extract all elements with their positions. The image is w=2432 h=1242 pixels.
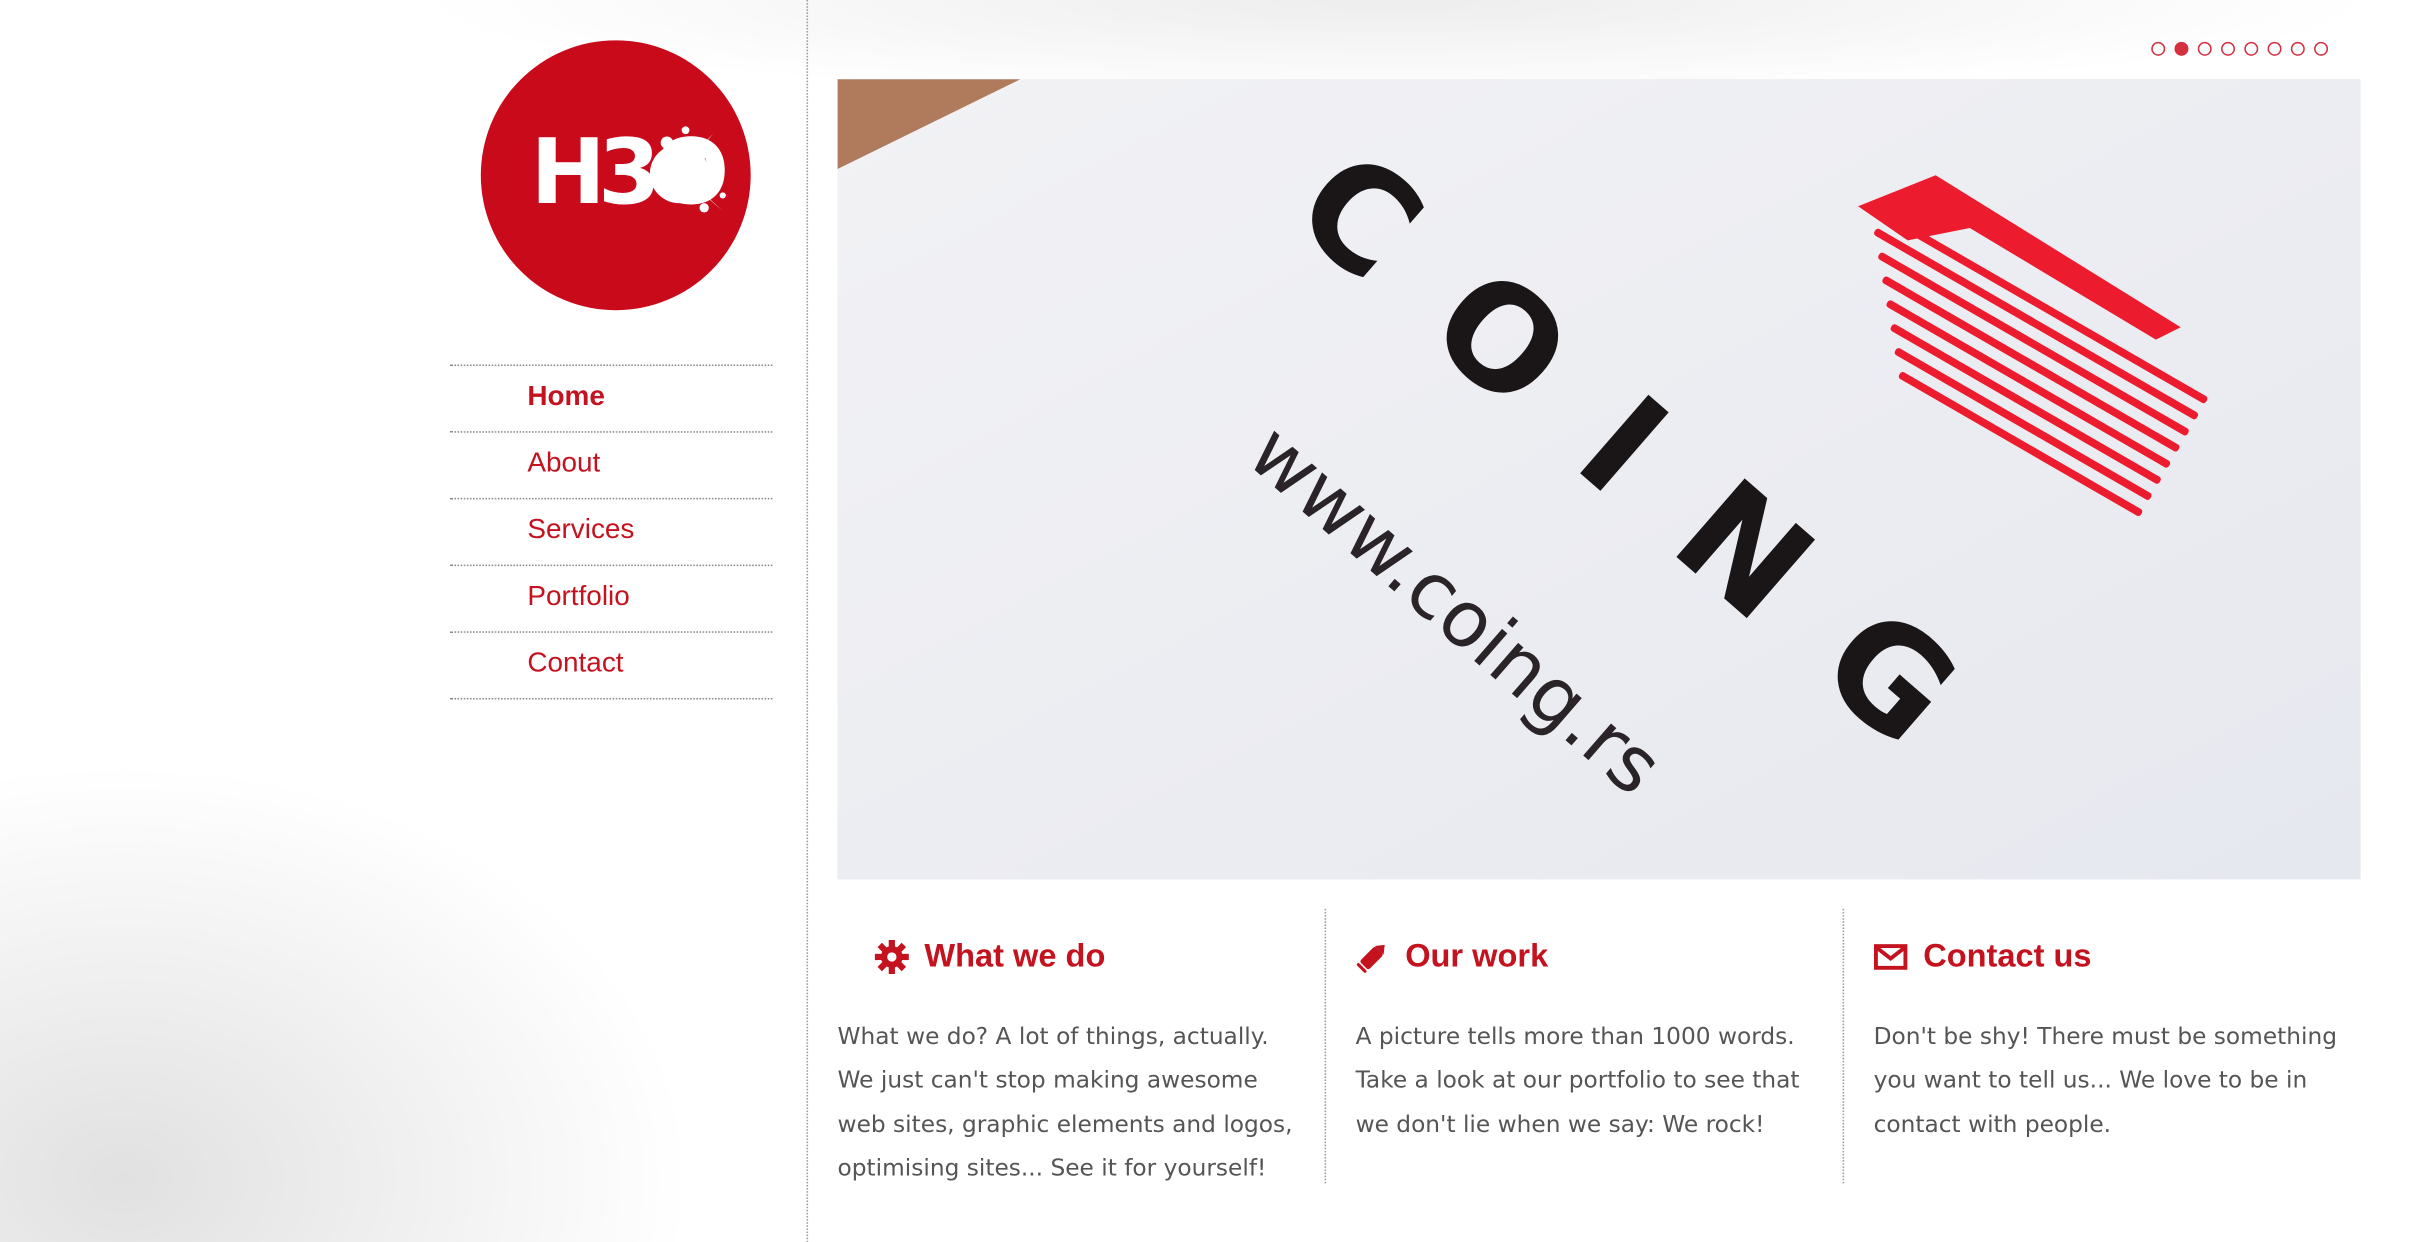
sidebar-divider [806, 0, 809, 1242]
section-header: What we do [874, 938, 1105, 975]
section-title[interactable]: What we do [924, 938, 1105, 975]
slider-dot[interactable] [2151, 41, 2166, 56]
section-what-we-do: What we do What we do? A lot of things, … [838, 909, 1296, 1184]
slider-dot[interactable] [2290, 41, 2305, 56]
section-our-work: Our work A picture tells more than 1000 … [1324, 908, 1800, 1184]
pencil-icon [1356, 940, 1390, 974]
nav-item-label: Portfolio [527, 580, 630, 612]
section-text: Don't be shy! There must be something yo… [1873, 1022, 2337, 1139]
nav-item-about[interactable]: About [449, 431, 773, 498]
main-nav: Home About Services Portfolio Contact [449, 364, 773, 700]
hero-image: COING www.coing.rs [837, 79, 2361, 880]
nav-item-contact[interactable]: Contact [449, 631, 773, 700]
slider-dot[interactable] [2244, 41, 2259, 56]
nav-item-label: Services [527, 513, 635, 545]
nav-item-label: About [527, 446, 601, 478]
hero-slide[interactable]: COING www.coing.rs [837, 79, 2361, 880]
section-title[interactable]: Contact us [1923, 938, 2091, 975]
nav-item-services[interactable]: Services [449, 497, 773, 565]
logo[interactable]: H3O [480, 40, 751, 311]
slider-dot[interactable] [2221, 41, 2235, 56]
section-contact-us: Contact us Don't be shy! There must be s… [1842, 908, 2337, 1184]
nav-item-portfolio[interactable]: Portfolio [449, 564, 773, 632]
slider-pager [2151, 40, 2329, 59]
slider-dot[interactable] [2197, 41, 2212, 56]
nav-item-home[interactable]: Home [449, 364, 773, 431]
nav-item-label: Contact [527, 646, 624, 678]
section-text: What we do? A lot of things, actually. W… [837, 1022, 1293, 1183]
page: H3O Home About Services Portfolio Contac… [0, 0, 2432, 1242]
gear-icon [874, 939, 909, 975]
slider-dot-active[interactable] [2174, 41, 2189, 56]
slider-dot[interactable] [2314, 41, 2329, 56]
section-text: A picture tells more than 1000 words. Ta… [1355, 1022, 1800, 1139]
nav-item-label: Home [527, 379, 605, 412]
logo-text: H3O [530, 119, 729, 225]
section-header: Our work [1356, 938, 1548, 975]
section-title[interactable]: Our work [1405, 938, 1548, 975]
envelope-icon [1873, 940, 1908, 974]
section-header: Contact us [1873, 938, 2092, 975]
slider-dot[interactable] [2267, 41, 2282, 56]
